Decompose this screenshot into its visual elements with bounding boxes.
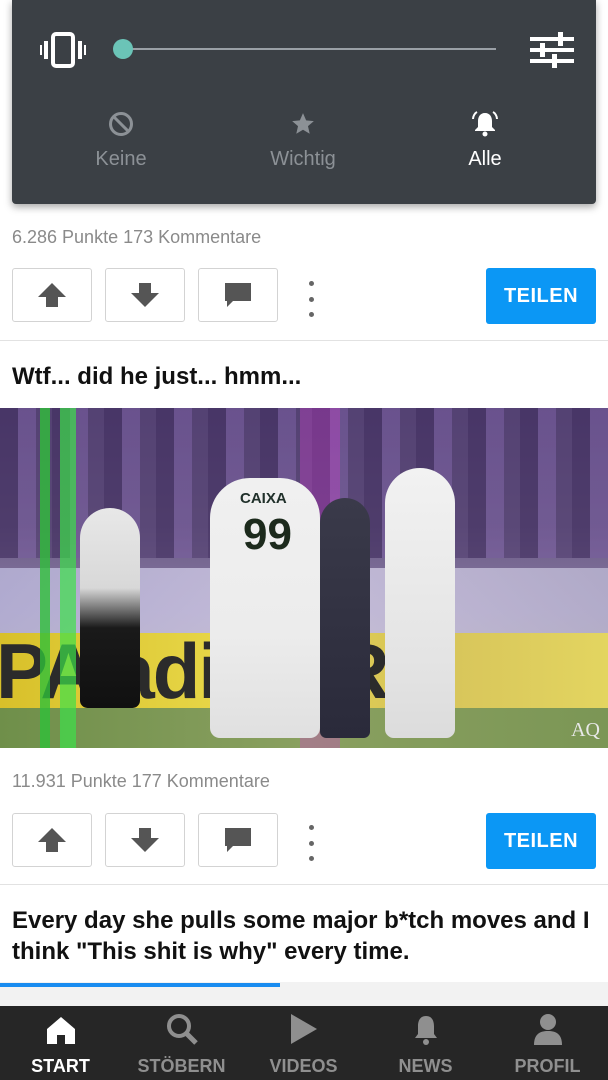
profile-icon bbox=[533, 1014, 562, 1045]
post-video[interactable]: PA adia BRA CAIXA 99 AQ bbox=[0, 408, 608, 748]
post-stats: 11.931 Punkte 177 Kommentare bbox=[12, 771, 270, 791]
post-title[interactable]: Every day she pulls some major b*tch mov… bbox=[12, 905, 602, 967]
post-title[interactable]: Wtf... did he just... hmm... bbox=[12, 361, 602, 392]
comment-button[interactable] bbox=[198, 268, 278, 322]
upvote-button[interactable] bbox=[12, 813, 92, 867]
nav-profile[interactable]: PROFIL bbox=[487, 1006, 608, 1080]
volume-slider-track[interactable] bbox=[123, 48, 496, 50]
more-options-icon[interactable] bbox=[301, 281, 321, 317]
arrow-down-icon bbox=[131, 828, 159, 852]
progress-bar bbox=[0, 983, 280, 987]
mode-none[interactable]: Keine bbox=[41, 108, 201, 171]
downvote-button[interactable] bbox=[105, 268, 185, 322]
glitch-stripe bbox=[40, 408, 50, 748]
comment-icon bbox=[225, 283, 251, 307]
star-icon bbox=[292, 113, 314, 134]
bottom-nav: START STÖBERN VIDEOS NEWS PROFIL bbox=[0, 1006, 608, 1080]
play-icon bbox=[290, 1014, 317, 1044]
volume-panel: Keine Wichtig Alle bbox=[12, 0, 596, 204]
nav-label: NEWS bbox=[398, 1056, 453, 1076]
bell-icon bbox=[414, 1016, 437, 1045]
jersey-number: 99 bbox=[243, 510, 292, 559]
comment-button[interactable] bbox=[198, 813, 278, 867]
video-player-white bbox=[385, 468, 455, 738]
comment-icon bbox=[225, 828, 251, 852]
tune-icon[interactable] bbox=[528, 30, 576, 70]
mode-label: Alle bbox=[468, 148, 502, 170]
volume-slider-thumb[interactable] bbox=[113, 39, 133, 59]
nav-news[interactable]: NEWS bbox=[365, 1006, 486, 1080]
home-icon bbox=[46, 1017, 75, 1044]
search-icon bbox=[166, 1014, 198, 1045]
share-button[interactable]: TEILEN bbox=[486, 268, 596, 324]
video-referee bbox=[80, 508, 140, 708]
divider bbox=[0, 340, 608, 341]
nav-label: VIDEOS bbox=[269, 1056, 338, 1076]
arrow-up-icon bbox=[38, 283, 66, 307]
downvote-button[interactable] bbox=[105, 813, 185, 867]
nav-label: PROFIL bbox=[514, 1056, 581, 1076]
arrow-down-icon bbox=[131, 283, 159, 307]
vibrate-icon[interactable] bbox=[40, 30, 86, 70]
divider bbox=[0, 884, 608, 885]
video-watermark: AQ bbox=[571, 719, 600, 741]
video-player-dark bbox=[320, 498, 370, 738]
bell-icon bbox=[472, 111, 498, 137]
mode-label: Keine bbox=[95, 148, 147, 170]
nav-start[interactable]: START bbox=[0, 1006, 121, 1080]
nav-label: STÖBERN bbox=[137, 1056, 226, 1076]
share-button[interactable]: TEILEN bbox=[486, 813, 596, 869]
do-not-disturb-icon bbox=[109, 112, 133, 136]
mode-all[interactable]: Alle bbox=[405, 108, 565, 171]
nav-browse[interactable]: STÖBERN bbox=[121, 1006, 242, 1080]
nav-label: START bbox=[31, 1056, 90, 1076]
jersey-sponsor: CAIXA bbox=[240, 490, 287, 507]
arrow-up-icon bbox=[38, 828, 66, 852]
glitch-stripe bbox=[60, 408, 76, 748]
mode-label: Wichtig bbox=[270, 148, 336, 170]
mode-priority[interactable]: Wichtig bbox=[223, 108, 383, 171]
upvote-button[interactable] bbox=[12, 268, 92, 322]
post-stats: 6.286 Punkte 173 Kommentare bbox=[12, 227, 262, 247]
nav-videos[interactable]: VIDEOS bbox=[243, 1006, 364, 1080]
more-options-icon[interactable] bbox=[301, 825, 321, 861]
